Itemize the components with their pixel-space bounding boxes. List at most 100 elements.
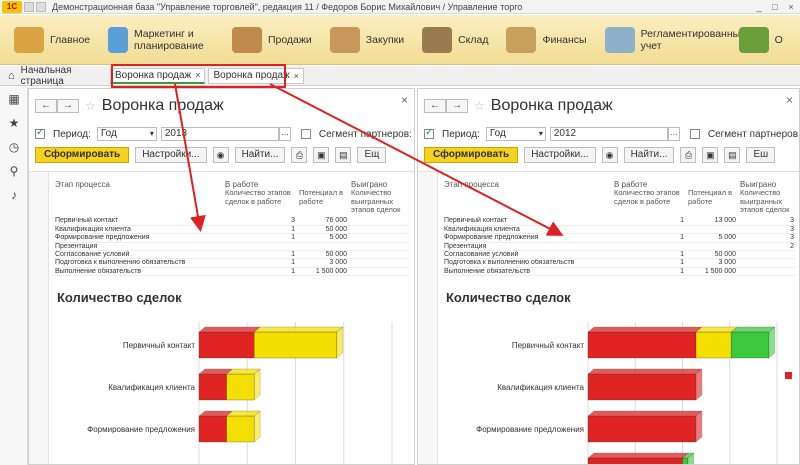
table-cell: Квалификация клиента [442, 225, 612, 235]
bar-segment-side [768, 326, 776, 359]
section-icon [506, 26, 537, 53]
bar-segment [587, 415, 697, 443]
table-cell: 1 [612, 233, 686, 243]
table-cell [612, 225, 686, 235]
close-window-icon[interactable]: × [401, 93, 408, 107]
minimize-icon[interactable]: _ [754, 2, 764, 12]
print-icon[interactable]: ⎙ [291, 147, 308, 163]
segment-label: Сегмент партнеров: [318, 128, 412, 140]
bar-segment-top [695, 326, 738, 333]
period-select[interactable]: Год ▾ [96, 127, 157, 141]
section-item[interactable]: Склад [422, 20, 488, 60]
segment-checkbox[interactable] [689, 129, 700, 139]
search-icon[interactable]: ⚲ [0, 159, 28, 183]
period-select[interactable]: Год ▾ [485, 127, 546, 141]
section-item[interactable]: Финансы [506, 20, 587, 60]
bar-segment [226, 373, 255, 401]
table-cell: Презентация [53, 242, 223, 252]
bar-segment-side [695, 410, 703, 443]
select-button[interactable]: … [278, 127, 291, 141]
app-logo[interactable]: 1С [2, 0, 22, 13]
save-icon[interactable]: ▤ [335, 147, 352, 163]
print-icon[interactable]: ⎙ [680, 147, 697, 163]
maximize-icon[interactable]: □ [770, 2, 780, 12]
year-input[interactable]: 2013 [160, 127, 279, 141]
table-cell: 50 000 [297, 225, 349, 235]
table-cell: Формирование предложения [53, 233, 223, 243]
table-cell: 2 [738, 242, 796, 252]
table-cell: 1 [612, 250, 686, 260]
find-button[interactable]: Найти... [234, 147, 286, 163]
segment-checkbox[interactable] [300, 129, 311, 139]
save-icon[interactable]: ▤ [724, 147, 741, 163]
table-cell [349, 233, 407, 243]
table-cell: 3 [738, 233, 796, 243]
table-cell: Выполнение обязательств [442, 267, 612, 277]
table-cell [349, 267, 407, 277]
table-cell [686, 225, 738, 235]
table-cell [349, 242, 407, 252]
table-header-cell: Потенциал в работе [299, 188, 344, 206]
bar-segment-side [695, 368, 703, 401]
forward-button[interactable]: → [57, 99, 79, 113]
close-tab-icon[interactable]: × [294, 71, 299, 81]
variant-icon[interactable]: ◉ [212, 147, 229, 163]
table-cell [738, 267, 796, 277]
table-cell [738, 250, 796, 260]
table-cell: 3 000 [297, 258, 349, 268]
close-icon[interactable]: × [786, 2, 796, 12]
period-checkbox[interactable] [35, 127, 45, 139]
section-item[interactable]: О [738, 20, 783, 60]
settings-button[interactable]: Настройки... [135, 147, 207, 163]
generate-button[interactable]: Сформировать [424, 147, 519, 163]
section-item[interactable]: Главное [14, 20, 90, 60]
variant-icon[interactable]: ◉ [601, 147, 618, 163]
close-window-icon[interactable]: × [786, 93, 793, 107]
chevron-down-icon: ▾ [149, 129, 154, 138]
section-icon [422, 26, 453, 53]
star-icon[interactable]: ★ [0, 111, 28, 135]
back-button[interactable]: ← [424, 99, 446, 113]
table-cell: Квалификация клиента [53, 225, 223, 235]
table-cell: 3 000 [686, 258, 738, 268]
section-item[interactable]: Маркетинг и планирование [108, 20, 214, 60]
table-cell: Согласование условий [53, 250, 223, 260]
tab-home[interactable]: ⌂ Начальная страница [0, 65, 110, 87]
section-item[interactable]: Продажи [231, 20, 312, 60]
generate-button[interactable]: Сформировать [35, 147, 130, 163]
more-button[interactable]: Еш [746, 147, 776, 163]
table-cell: 1 [612, 258, 686, 268]
section-item[interactable]: Регламентированный учет [604, 20, 746, 60]
forward-button[interactable]: → [446, 99, 468, 113]
table-header-cell: Количество выигранных этапов сделок [351, 188, 401, 214]
section-item[interactable]: Закупки [329, 20, 404, 60]
favorite-star-icon[interactable]: ☆ [474, 99, 485, 113]
period-checkbox[interactable] [424, 127, 434, 139]
tab-home-label: Начальная страница [20, 64, 72, 87]
back-button[interactable]: ← [35, 99, 57, 113]
bell-icon[interactable]: ♪ [0, 183, 28, 207]
preview-icon[interactable]: ▣ [313, 147, 330, 163]
settings-button[interactable]: Настройки... [524, 147, 596, 163]
section-label: Продажи [267, 33, 312, 46]
year-input[interactable]: 2012 [549, 127, 668, 141]
table-cell: Презентация [442, 242, 612, 252]
history-icon[interactable]: ◷ [0, 135, 28, 159]
select-button[interactable]: … [667, 127, 680, 141]
table-cell: Подготовка к выполнению обязательств [442, 258, 612, 268]
more-button[interactable]: Ещ [357, 147, 387, 163]
section-icon [329, 26, 360, 53]
window-titlebar: 1С Демонстрационная база "Управление тор… [0, 0, 800, 14]
preview-icon[interactable]: ▣ [702, 147, 719, 163]
menu-button[interactable] [24, 1, 34, 12]
chart-title: Количество сделок [446, 290, 571, 305]
table-cell: Этап процесса [55, 180, 110, 189]
back-button[interactable] [36, 1, 46, 12]
table-cell: 1 [612, 217, 686, 226]
grid-icon[interactable]: ▦ [0, 87, 28, 111]
favorite-star-icon[interactable]: ☆ [85, 99, 96, 113]
find-button[interactable]: Найти... [623, 147, 675, 163]
category-label: Первичный контакт [512, 341, 584, 350]
table-cell [612, 242, 686, 252]
bar-segment [695, 331, 732, 359]
